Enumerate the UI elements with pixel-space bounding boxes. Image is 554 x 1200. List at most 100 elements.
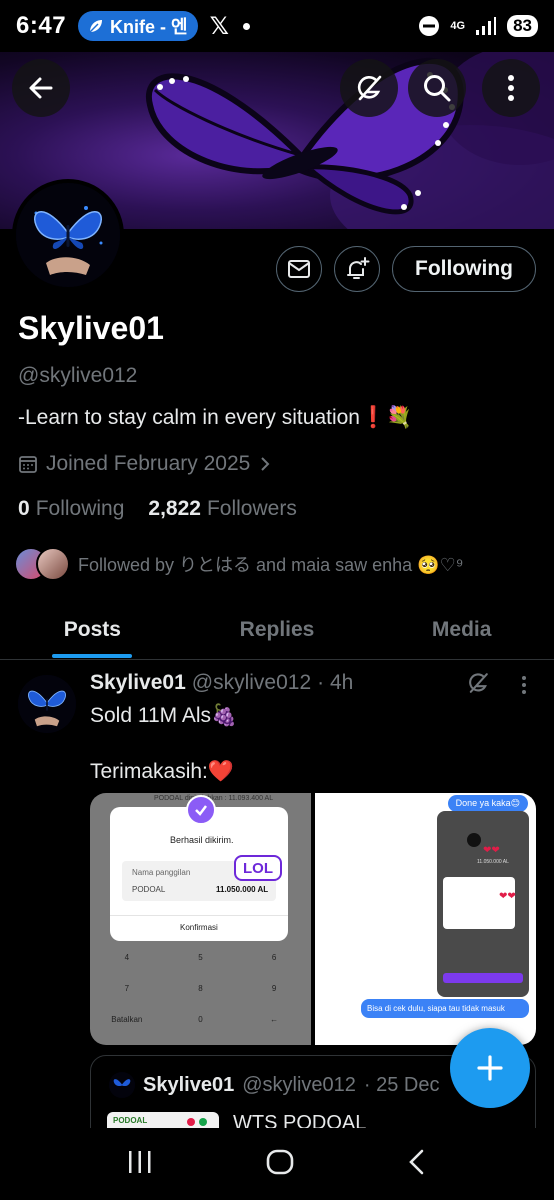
following-count: 0 <box>18 497 30 520</box>
followed-by-text: Followed by りとはる and maia saw enha 🥺♡⁹ <box>78 555 464 575</box>
dialog-title: Berhasil dikirim. <box>170 835 234 845</box>
post-media-image[interactable]: PODOAL dipindahkan : 11.093.400 AL Berha… <box>90 793 311 1045</box>
arrow-left-icon <box>29 77 53 99</box>
post-author-avatar[interactable] <box>18 675 76 733</box>
message-button[interactable] <box>276 246 322 292</box>
post-text: Sold 11M Als🍇 Terimakasih:❤️ <box>90 702 237 786</box>
following-label: Following <box>35 497 125 520</box>
profile-avatar[interactable] <box>12 179 124 291</box>
compose-post-button[interactable] <box>450 1028 530 1108</box>
profile-name: Skylive01 <box>18 310 164 346</box>
status-time: 6:47 <box>16 12 67 39</box>
x-app-icon: 𝕏 <box>209 12 229 40</box>
home-circle-icon <box>266 1149 294 1174</box>
butterfly-avatar-art <box>18 675 76 733</box>
grok-icon <box>469 673 488 693</box>
chevron-right-icon <box>261 457 270 471</box>
profile-bio: -Learn to stay calm in every situation❗💐 <box>18 406 413 429</box>
chat-bubble-bottom: Bisa di cek dulu, siapa tau tidak masuk <box>361 999 529 1018</box>
notifications-subscribe-button[interactable] <box>334 246 380 292</box>
signal-icon <box>476 17 497 35</box>
followed-by-row[interactable]: Followed by りとはる and maia saw enha 🥺♡⁹ <box>14 547 463 581</box>
inner-amount: 11.050.000 AL <box>477 859 509 865</box>
profile-tabs: Posts Replies Media <box>0 600 554 660</box>
inner-screenshot: ❤❤ 11.050.000 AL ❤❤ <box>437 811 529 997</box>
post-grok-button[interactable] <box>466 671 490 700</box>
vertical-dots-icon <box>508 75 514 101</box>
post-time[interactable]: · 4h <box>317 671 353 695</box>
field-label: Nama panggilan <box>132 868 191 877</box>
keypad-key: 5 <box>198 953 203 962</box>
recent-apps-icon <box>128 1150 151 1173</box>
dialog-confirm: Konfirmasi <box>180 923 218 932</box>
post-media-grid: PODOAL dipindahkan : 11.093.400 AL Berha… <box>90 793 536 1045</box>
profile-handle: @skylive012 <box>18 364 138 387</box>
back-button[interactable] <box>12 59 70 117</box>
keypad-key: 0 <box>198 1015 203 1024</box>
home-button[interactable] <box>265 1147 295 1182</box>
follower-avatar <box>36 547 70 581</box>
status-app-label: Knife - 엔 <box>110 17 188 37</box>
status-app-pill[interactable]: Knife - 엔 <box>78 11 198 41</box>
quoted-author-name: Skylive01 <box>143 1073 235 1096</box>
system-navigation-bar <box>0 1128 554 1200</box>
joined-date-row[interactable]: Joined February 2025 <box>18 452 272 476</box>
followers-count: 2,822 <box>148 497 201 520</box>
followers-stat[interactable]: 2,822 Followers <box>148 497 296 521</box>
network-label: 4G <box>450 20 466 32</box>
chat-bubble-top: Done ya kaka😊 <box>447 795 528 812</box>
notification-dot-icon <box>242 22 250 30</box>
keypad-key: 8 <box>198 984 203 993</box>
calendar-icon <box>19 456 37 473</box>
envelope-icon <box>288 260 310 278</box>
quoted-post-header: Skylive01 @skylive012 · 25 Dec <box>109 1072 439 1098</box>
status-bar: 6:47 Knife - 엔 𝕏 4G 83 <box>0 0 554 52</box>
keypad: 4 5 6 7 8 9 Batalkan 0 ← <box>90 953 311 1024</box>
post-author-name[interactable]: Skylive01 <box>90 671 186 695</box>
tab-replies[interactable]: Replies <box>185 600 370 659</box>
keypad-key: 7 <box>124 984 130 993</box>
keypad-key: Batalkan <box>111 1015 143 1024</box>
joined-date: Joined February 2025 <box>46 452 251 475</box>
follow-stats: 0 Following 2,822 Followers <box>18 497 297 521</box>
grok-button[interactable] <box>340 59 398 117</box>
vertical-dots-icon <box>522 676 526 694</box>
keypad-key: 9 <box>271 984 277 993</box>
do-not-disturb-icon <box>419 16 440 36</box>
followers-label: Followers <box>206 497 297 520</box>
quoted-author-handle: @skylive012 <box>242 1073 356 1096</box>
following-stat[interactable]: 0 Following <box>18 497 124 521</box>
battery-level: 83 <box>507 15 538 37</box>
keypad-key: 4 <box>124 953 130 962</box>
butterfly-avatar-art <box>16 183 120 287</box>
following-button[interactable]: Following <box>392 246 536 292</box>
check-badge-icon <box>186 795 216 825</box>
lol-sticker: LOL <box>234 855 282 881</box>
post-media-image[interactable]: Done ya kaka😊 ❤❤ 11.050.000 AL ❤❤ Bisa d… <box>315 793 536 1045</box>
plus-icon <box>477 1055 503 1081</box>
keypad-key: 6 <box>271 953 277 962</box>
keypad-key: ← <box>270 1015 279 1024</box>
quoted-author-avatar <box>109 1072 135 1098</box>
post-text-line: Sold 11M Als🍇 <box>90 704 238 727</box>
search-button[interactable] <box>408 59 466 117</box>
post-author-handle[interactable]: @skylive012 <box>192 671 311 695</box>
system-back-button[interactable] <box>406 1148 428 1181</box>
quoted-post-time: · 25 Dec <box>363 1073 440 1096</box>
grok-icon <box>357 75 382 101</box>
thumbnail-label: PODOAL <box>113 1116 148 1125</box>
search-icon <box>424 75 451 102</box>
tab-media[interactable]: Media <box>369 600 554 659</box>
recent-apps-button[interactable] <box>126 1149 154 1180</box>
tab-posts[interactable]: Posts <box>0 600 185 659</box>
chevron-left-icon <box>409 1149 424 1174</box>
leaf-icon <box>89 20 103 33</box>
post-more-button[interactable] <box>520 674 528 701</box>
bell-plus-icon <box>347 257 370 279</box>
followed-by-avatars <box>14 547 70 581</box>
post-text-line: Terimakasih:❤️ <box>90 760 235 783</box>
more-options-button[interactable] <box>482 59 540 117</box>
post-header: Skylive01 @skylive012 · 4h <box>90 671 353 695</box>
field-amount: 11.050.000 AL <box>216 885 269 894</box>
field-name: PODOAL <box>132 885 166 894</box>
